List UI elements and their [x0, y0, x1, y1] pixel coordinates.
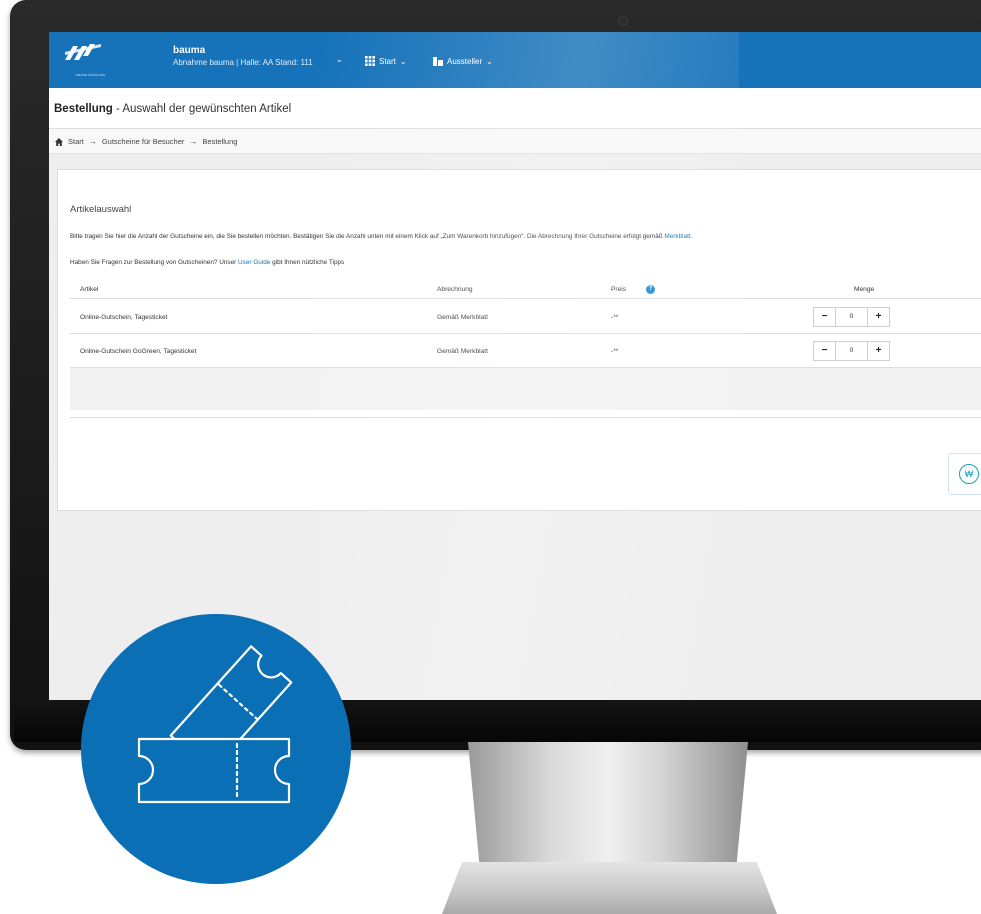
article-name: Online-Gutschein, Tagesticket [80, 314, 168, 321]
chevron-down-icon: ⌄ [399, 56, 407, 66]
breadcrumb-gutscheine[interactable]: Gutscheine für Besucher [102, 137, 185, 146]
info-text-2-b: gibt Ihnen nützliche Tipps [270, 259, 345, 266]
arrow-right-icon: → [189, 137, 198, 146]
breadcrumb-bestellung: Bestellung [202, 137, 238, 146]
camera [618, 16, 628, 26]
fair-detail[interactable]: Abnahme bauma | Halle: AA Stand: 111 [173, 58, 313, 67]
user-guide-link[interactable]: User Guide [238, 259, 270, 266]
page-title-rest: - Auswahl der gewünschten Artikel [112, 103, 292, 115]
chevron-down-icon[interactable]: ⌄ [336, 55, 343, 64]
table-row: Online-Gutschein GoGreen, Tagesticket Ge… [70, 333, 981, 368]
breadcrumb-start[interactable]: Start [68, 137, 84, 146]
home-icon[interactable] [55, 137, 63, 146]
top-navigation-bar: MESSE MÜNCHEN bauma Abnahme bauma | Hall… [49, 32, 981, 88]
nav-aussteller-label: Aussteller [447, 56, 483, 66]
nav-aussteller-menu[interactable]: Aussteller ⌄ [433, 56, 493, 66]
page-title-bar: Bestellung - Auswahl der gewünschten Art… [49, 88, 981, 129]
billing-value: Gemäß Merkblatt [437, 314, 488, 321]
page-title: Bestellung - Auswahl der gewünschten Art… [54, 103, 291, 115]
messe-logo-icon[interactable] [63, 42, 103, 62]
breadcrumb: Start → Gutscheine für Besucher → Bestel… [49, 129, 981, 154]
booth-icon [433, 57, 443, 66]
increment-button[interactable]: + [867, 307, 890, 327]
billing-value: Gemäß Merkblatt [437, 348, 488, 355]
column-artikel: Artikel [80, 286, 99, 293]
merkblatt-link[interactable]: Merkblatt [664, 233, 690, 240]
quantity-stepper: − 0 + [813, 341, 890, 361]
section-title: Artikelauswahl [70, 204, 132, 215]
logo-text: MESSE MÜNCHEN [76, 73, 106, 77]
grid-icon [365, 56, 375, 66]
column-preis: Preis [611, 286, 627, 293]
nav-start-label: Start [379, 56, 396, 66]
divider [70, 417, 981, 418]
price-value: -** [611, 348, 619, 355]
info-text-1: Bitte tragen Sie hier die Anzahl der Gut… [70, 233, 692, 240]
fair-name[interactable]: bauma [173, 45, 205, 56]
quantity-input[interactable]: 0 [836, 307, 867, 327]
tickets-icon [137, 645, 293, 804]
column-abrechnung: Abrechnung [437, 286, 473, 293]
column-menge: Menge [854, 286, 875, 293]
screen: MESSE MÜNCHEN bauma Abnahme bauma | Hall… [49, 32, 981, 700]
increment-button[interactable]: + [867, 341, 890, 361]
price-value: -** [611, 314, 619, 321]
page-title-bold: Bestellung [54, 103, 113, 115]
arrow-right-icon: → [88, 137, 97, 146]
decrement-button[interactable]: − [813, 341, 836, 361]
nav-start-menu[interactable]: Start ⌄ [365, 56, 407, 66]
table-row: Online-Gutschein, Tagesticket Gemäß Merk… [70, 299, 981, 334]
info-text-2-a: Haben Sie Fragen zur Bestellung von Guts… [70, 259, 239, 266]
table-header: Artikel Abrechnung Preis ? Menge [70, 276, 981, 299]
chevron-down-icon: ⌄ [486, 56, 493, 66]
article-selection-card: Artikelauswahl Bitte tragen Sie hier die… [57, 169, 981, 511]
table-footer-band [70, 368, 981, 410]
info-text-1-body: Bitte tragen Sie hier die Anzahl der Gut… [70, 233, 665, 240]
decrement-button[interactable]: − [813, 307, 836, 327]
quantity-stepper: − 0 + [813, 307, 890, 327]
tickets-badge [81, 614, 351, 884]
info-text-1-end: . [690, 233, 693, 240]
article-name: Online-Gutschein GoGreen, Tagesticket [80, 348, 197, 355]
monitor-stand-neck [468, 742, 748, 862]
info-text-2: Haben Sie Fragen zur Bestellung von Guts… [70, 259, 344, 266]
monitor-stand-base [442, 862, 777, 914]
help-icon[interactable]: ? [646, 285, 655, 294]
cart-icon: ₩ [959, 464, 979, 484]
quantity-input[interactable]: 0 [836, 341, 867, 361]
add-to-cart-button[interactable]: ₩ [948, 453, 981, 495]
